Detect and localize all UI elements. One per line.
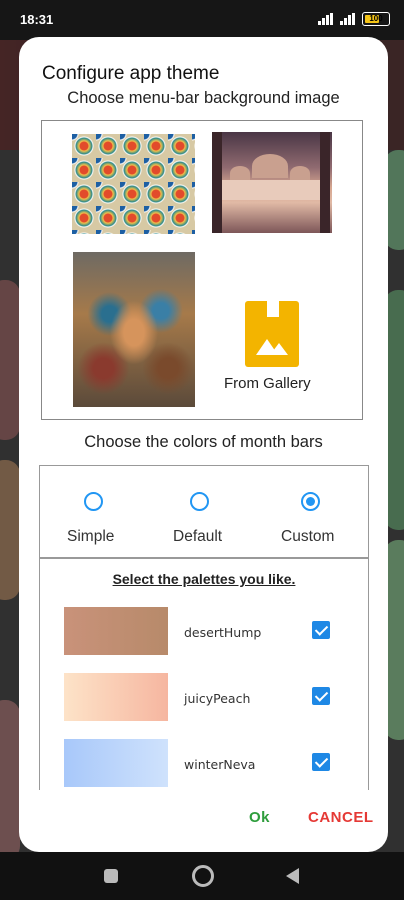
theme-dialog: Configure app theme Choose menu-bar back…	[19, 37, 388, 852]
butterfly-image-option[interactable]	[73, 252, 195, 407]
colors-box: Simple Default Custom Select the palette…	[39, 465, 369, 790]
from-gallery-label[interactable]: From Gallery	[224, 375, 311, 392]
radio-default-label[interactable]: Default	[173, 528, 222, 546]
palette-row[interactable]: desertHump	[40, 607, 368, 667]
ok-button[interactable]: Ok	[249, 809, 270, 826]
menu-bar-label: Choose menu-bar background image	[67, 89, 340, 107]
palette-row[interactable]: winterNeva	[40, 739, 368, 790]
back-icon[interactable]	[286, 868, 299, 884]
cancel-button[interactable]: CANCEL	[308, 809, 374, 826]
mosaic-image-option[interactable]	[72, 134, 195, 234]
status-bar: 18:31 100	[0, 0, 404, 40]
signal-icon	[318, 13, 334, 25]
palette-checkbox[interactable]	[312, 753, 330, 771]
radio-custom-label[interactable]: Custom	[281, 528, 334, 546]
recent-apps-icon[interactable]	[104, 869, 118, 883]
palette-swatch	[64, 673, 168, 721]
color-mode-radio-group: Simple Default Custom	[40, 466, 368, 559]
palette-swatch	[64, 739, 168, 787]
signal-icon-2	[340, 13, 356, 25]
gallery-icon[interactable]	[245, 301, 299, 367]
status-time: 18:31	[20, 12, 54, 27]
palette-name: desertHump	[184, 625, 262, 640]
radio-custom[interactable]	[301, 492, 320, 511]
dialog-title: Configure app theme	[42, 63, 220, 84]
battery-level: 100	[369, 14, 383, 23]
navigation-bar	[0, 852, 404, 900]
palette-row[interactable]: juicyPeach	[40, 673, 368, 733]
palette-checkbox[interactable]	[312, 621, 330, 639]
palette-heading: Select the palettes you like.	[112, 571, 296, 587]
radio-simple[interactable]	[84, 492, 103, 511]
radio-default[interactable]	[190, 492, 209, 511]
palette-name: winterNeva	[184, 757, 256, 772]
mosque-image-option[interactable]	[212, 132, 332, 233]
home-icon[interactable]	[192, 865, 214, 887]
month-colors-label: Choose the colors of month bars	[84, 433, 323, 451]
image-picker: From Gallery	[41, 120, 363, 420]
radio-simple-label[interactable]: Simple	[67, 528, 114, 546]
status-icons: 100	[318, 12, 390, 26]
palette-swatch	[64, 607, 168, 655]
palette-name: juicyPeach	[184, 691, 251, 706]
battery-icon: 100	[362, 12, 390, 26]
palette-checkbox[interactable]	[312, 687, 330, 705]
